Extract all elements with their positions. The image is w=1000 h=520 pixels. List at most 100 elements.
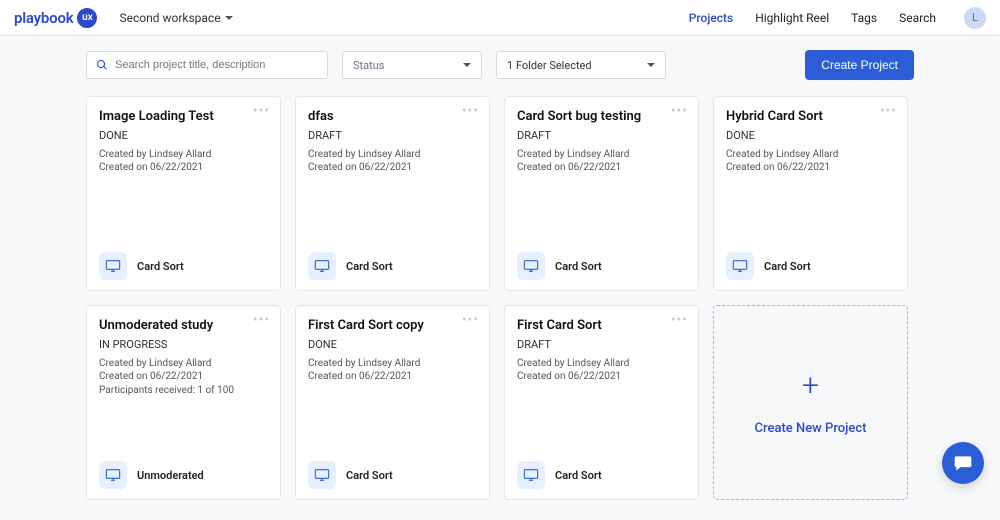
workspace-selector[interactable]: Second workspace bbox=[119, 11, 232, 25]
top-nav: playbook ux Second workspace Projects Hi… bbox=[0, 0, 1000, 36]
project-meta: Created by Lindsey AllardCreated on 06/2… bbox=[99, 357, 268, 398]
project-title: Image Loading Test bbox=[99, 109, 268, 125]
status-select-label: Status bbox=[353, 59, 384, 72]
chevron-down-icon bbox=[647, 63, 655, 67]
toolbar: Status 1 Folder Selected Create Project bbox=[0, 36, 1000, 90]
project-type-label: Card Sort bbox=[137, 260, 184, 273]
project-created-on: Created on 06/22/2021 bbox=[517, 161, 686, 175]
project-created-on: Created on 06/22/2021 bbox=[517, 370, 686, 384]
create-new-label: Create New Project bbox=[755, 421, 867, 436]
project-creator: Created by Lindsey Allard bbox=[99, 148, 268, 162]
search-icon bbox=[96, 59, 108, 71]
brand-word: playbook bbox=[14, 9, 73, 27]
project-status: DRAFT bbox=[517, 338, 686, 351]
nav-search[interactable]: Search bbox=[899, 11, 936, 25]
chevron-down-icon bbox=[463, 63, 471, 67]
project-type-label: Card Sort bbox=[346, 469, 393, 482]
project-meta: Created by Lindsey AllardCreated on 06/2… bbox=[517, 357, 686, 384]
plus-icon: + bbox=[802, 371, 819, 401]
nav-right: Projects Highlight Reel Tags Search L bbox=[689, 7, 986, 29]
monitor-icon bbox=[517, 252, 545, 280]
brand-logo[interactable]: playbook ux bbox=[14, 8, 97, 28]
project-creator: Created by Lindsey Allard bbox=[726, 148, 895, 162]
monitor-icon bbox=[726, 252, 754, 280]
avatar-initial: L bbox=[972, 11, 978, 24]
chat-icon bbox=[953, 453, 973, 473]
project-card[interactable]: •••Unmoderated study IN PROGRESS Created b… bbox=[86, 305, 281, 500]
project-status: DONE bbox=[99, 129, 268, 142]
project-title: Hybrid Card Sort bbox=[726, 109, 895, 125]
project-type-row: Card Sort bbox=[517, 461, 686, 489]
project-title: First Card Sort bbox=[517, 318, 686, 334]
project-created-on: Created on 06/22/2021 bbox=[308, 370, 477, 384]
project-status: DONE bbox=[726, 129, 895, 142]
chat-fab[interactable] bbox=[942, 442, 984, 484]
monitor-icon bbox=[308, 252, 336, 280]
monitor-icon bbox=[99, 252, 127, 280]
project-created-on: Created on 06/22/2021 bbox=[726, 161, 895, 175]
nav-highlight-reel[interactable]: Highlight Reel bbox=[755, 11, 829, 25]
nav-tags[interactable]: Tags bbox=[851, 11, 877, 25]
project-meta: Created by Lindsey AllardCreated on 06/2… bbox=[99, 148, 268, 175]
project-creator: Created by Lindsey Allard bbox=[308, 357, 477, 371]
create-new-project-card[interactable]: + Create New Project bbox=[713, 305, 908, 500]
project-creator: Created by Lindsey Allard bbox=[99, 357, 268, 371]
project-type-row: Card Sort bbox=[308, 252, 477, 280]
card-more-icon[interactable]: ••• bbox=[671, 312, 688, 328]
project-card[interactable]: •••Image Loading Test DONE Created by Lind… bbox=[86, 96, 281, 291]
project-creator: Created by Lindsey Allard bbox=[517, 148, 686, 162]
project-title: First Card Sort copy bbox=[308, 318, 477, 334]
project-card[interactable]: •••First Card Sort copy DONE Created by Li… bbox=[295, 305, 490, 500]
project-created-on: Created on 06/22/2021 bbox=[99, 370, 268, 384]
project-card[interactable]: •••First Card Sort DRAFT Created by Lindse… bbox=[504, 305, 699, 500]
project-type-row: Card Sort bbox=[726, 252, 895, 280]
project-creator: Created by Lindsey Allard bbox=[308, 148, 477, 162]
project-status: DONE bbox=[308, 338, 477, 351]
workspace-label: Second workspace bbox=[119, 11, 220, 25]
card-more-icon[interactable]: ••• bbox=[880, 103, 897, 119]
folder-select[interactable]: 1 Folder Selected bbox=[496, 51, 666, 79]
project-extra: Participants received: 1 of 100 bbox=[99, 384, 268, 398]
status-select[interactable]: Status bbox=[342, 51, 482, 79]
project-created-on: Created on 06/22/2021 bbox=[308, 161, 477, 175]
card-more-icon[interactable]: ••• bbox=[253, 312, 270, 328]
project-type-label: Card Sort bbox=[555, 260, 602, 273]
project-meta: Created by Lindsey AllardCreated on 06/2… bbox=[517, 148, 686, 175]
project-status: DRAFT bbox=[517, 129, 686, 142]
project-meta: Created by Lindsey AllardCreated on 06/2… bbox=[308, 357, 477, 384]
project-card[interactable]: •••Card Sort bug testing DRAFT Created by … bbox=[504, 96, 699, 291]
project-meta: Created by Lindsey AllardCreated on 06/2… bbox=[308, 148, 477, 175]
card-more-icon[interactable]: ••• bbox=[671, 103, 688, 119]
project-type-row: Card Sort bbox=[517, 252, 686, 280]
project-creator: Created by Lindsey Allard bbox=[517, 357, 686, 371]
project-type-row: Card Sort bbox=[99, 252, 268, 280]
project-type-label: Card Sort bbox=[764, 260, 811, 273]
nav-projects[interactable]: Projects bbox=[689, 11, 733, 25]
user-avatar[interactable]: L bbox=[964, 7, 986, 29]
create-project-button[interactable]: Create Project bbox=[805, 50, 914, 80]
project-created-on: Created on 06/22/2021 bbox=[99, 161, 268, 175]
project-card[interactable]: •••dfasDRAFTCreated by Lindsey AllardCre… bbox=[295, 96, 490, 291]
project-type-label: Card Sort bbox=[346, 260, 393, 273]
brand-badge: ux bbox=[77, 8, 97, 28]
project-title: Card Sort bug testing bbox=[517, 109, 686, 125]
project-type-row: Card Sort bbox=[308, 461, 477, 489]
card-more-icon[interactable]: ••• bbox=[462, 103, 479, 119]
project-card[interactable]: •••Hybrid Card Sort DONE Created by Lindse… bbox=[713, 96, 908, 291]
chevron-down-icon bbox=[225, 16, 233, 20]
project-type-row: Unmoderated bbox=[99, 461, 268, 489]
folder-select-label: 1 Folder Selected bbox=[507, 59, 592, 72]
card-more-icon[interactable]: ••• bbox=[253, 103, 270, 119]
monitor-icon bbox=[517, 461, 545, 489]
project-meta: Created by Lindsey AllardCreated on 06/2… bbox=[726, 148, 895, 175]
monitor-icon bbox=[308, 461, 336, 489]
project-type-label: Unmoderated bbox=[137, 469, 204, 482]
card-more-icon[interactable]: ••• bbox=[462, 312, 479, 328]
search-wrap bbox=[86, 51, 328, 79]
project-status: IN PROGRESS bbox=[99, 338, 268, 351]
search-input[interactable] bbox=[86, 51, 328, 79]
project-title: dfas bbox=[308, 109, 477, 125]
project-title: Unmoderated study bbox=[99, 318, 268, 334]
project-type-label: Card Sort bbox=[555, 469, 602, 482]
monitor-icon bbox=[99, 461, 127, 489]
